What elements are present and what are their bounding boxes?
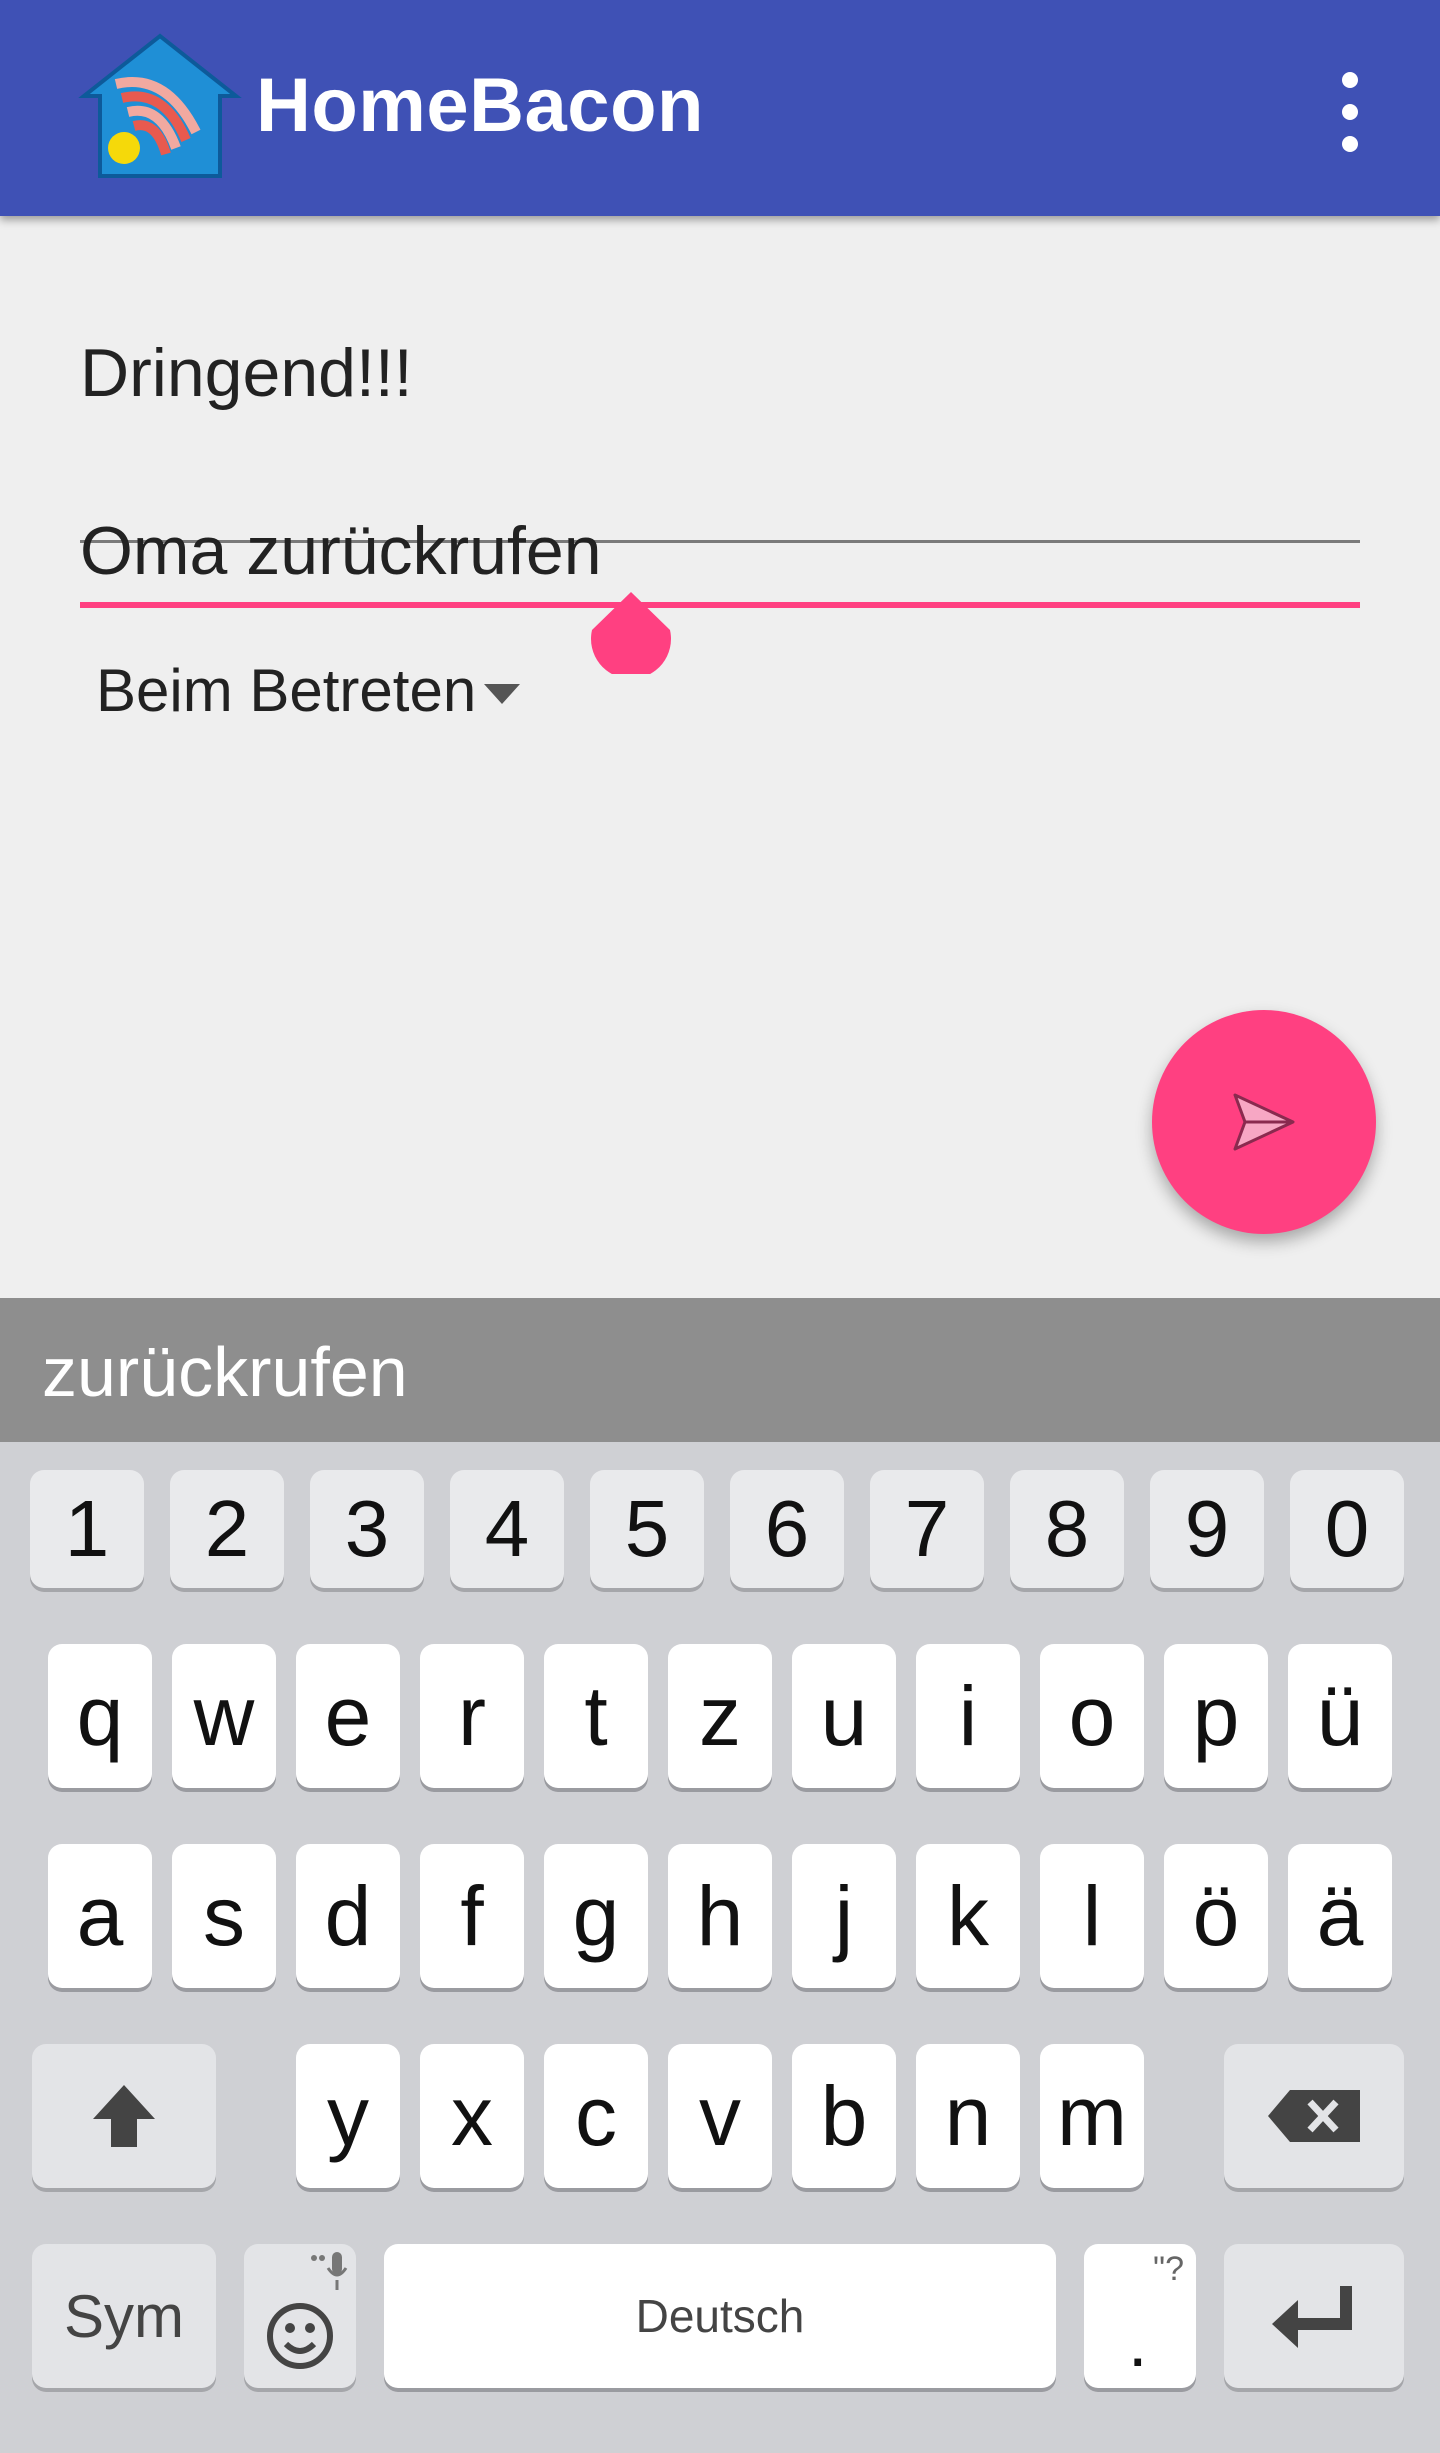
enter-icon	[1272, 2286, 1352, 2348]
key-9[interactable]: 9	[1150, 1470, 1264, 1588]
key-n[interactable]: n	[916, 2044, 1020, 2188]
key-p[interactable]: p	[1164, 1644, 1268, 1788]
send-button[interactable]	[1152, 1010, 1376, 1234]
key-ae[interactable]: ä	[1288, 1844, 1392, 1988]
key-oe[interactable]: ö	[1164, 1844, 1268, 1988]
soft-keyboard: 1 2 3 4 5 6 7 8 9 0 q w e r t z u i o p …	[0, 1442, 1440, 2453]
key-8[interactable]: 8	[1010, 1470, 1124, 1588]
homebacon-logo	[78, 33, 242, 178]
more-vert-icon[interactable]	[1320, 62, 1380, 162]
key-d[interactable]: d	[296, 1844, 400, 1988]
key-r[interactable]: r	[420, 1644, 524, 1788]
key-5[interactable]: 5	[590, 1470, 704, 1588]
key-f[interactable]: f	[420, 1844, 524, 1988]
app-title: HomeBacon	[256, 63, 704, 148]
period-hint: "?	[1153, 2250, 1184, 2288]
key-m[interactable]: m	[1040, 2044, 1144, 2188]
key-b[interactable]: b	[792, 2044, 896, 2188]
trigger-dropdown[interactable]: Beim Betreten	[96, 656, 476, 736]
mic-icon	[311, 2252, 348, 2290]
message-field[interactable]: Oma zurückrufen	[80, 512, 1360, 632]
key-q[interactable]: q	[48, 1644, 152, 1788]
emoji-key[interactable]	[244, 2244, 356, 2388]
key-2[interactable]: 2	[170, 1470, 284, 1588]
key-1[interactable]: 1	[30, 1470, 144, 1588]
dropdown-arrow-icon	[484, 684, 520, 704]
title-field[interactable]: Dringend!!!	[80, 334, 1360, 543]
key-3[interactable]: 3	[310, 1470, 424, 1588]
emoji-icon	[267, 2303, 333, 2369]
key-v[interactable]: v	[668, 2044, 772, 2188]
period-key[interactable]: . "?	[1084, 2244, 1196, 2388]
key-y[interactable]: y	[296, 2044, 400, 2188]
key-e[interactable]: e	[296, 1644, 400, 1788]
enter-key[interactable]	[1224, 2244, 1404, 2388]
backspace-icon	[1268, 2090, 1360, 2142]
message-input-value: Oma zurückrufen	[80, 513, 602, 589]
suggestion-word[interactable]: zurückrufen	[42, 1332, 408, 1412]
space-bar[interactable]: Deutsch	[384, 2244, 1056, 2388]
key-4[interactable]: 4	[450, 1470, 564, 1588]
key-c[interactable]: c	[544, 2044, 648, 2188]
message-field-underline	[80, 602, 1360, 608]
key-6[interactable]: 6	[730, 1470, 844, 1588]
key-0[interactable]: 0	[1290, 1470, 1404, 1588]
app-bar: HomeBacon	[0, 0, 1440, 216]
key-j[interactable]: j	[792, 1844, 896, 1988]
content-area: Dringend!!! Oma zurückrufen Beim Betrete…	[0, 216, 1440, 1298]
text-cursor-handle[interactable]	[590, 592, 672, 674]
trigger-dropdown-value: Beim Betreten	[96, 657, 477, 724]
key-u[interactable]: u	[792, 1644, 896, 1788]
title-input-value: Dringend!!!	[80, 335, 413, 411]
suggestion-bar: zurückrufen	[0, 1298, 1440, 1442]
send-icon	[1233, 1093, 1295, 1151]
key-g[interactable]: g	[544, 1844, 648, 1988]
key-h[interactable]: h	[668, 1844, 772, 1988]
shift-icon	[93, 2085, 155, 2147]
key-ue[interactable]: ü	[1288, 1644, 1392, 1788]
shift-key[interactable]	[32, 2044, 216, 2188]
key-7[interactable]: 7	[870, 1470, 984, 1588]
key-o[interactable]: o	[1040, 1644, 1144, 1788]
key-i[interactable]: i	[916, 1644, 1020, 1788]
sym-key[interactable]: Sym	[32, 2244, 216, 2388]
key-x[interactable]: x	[420, 2044, 524, 2188]
key-l[interactable]: l	[1040, 1844, 1144, 1988]
key-w[interactable]: w	[172, 1644, 276, 1788]
backspace-key[interactable]	[1224, 2044, 1404, 2188]
key-k[interactable]: k	[916, 1844, 1020, 1988]
key-a[interactable]: a	[48, 1844, 152, 1988]
key-t[interactable]: t	[544, 1644, 648, 1788]
key-z[interactable]: z	[668, 1644, 772, 1788]
key-s[interactable]: s	[172, 1844, 276, 1988]
